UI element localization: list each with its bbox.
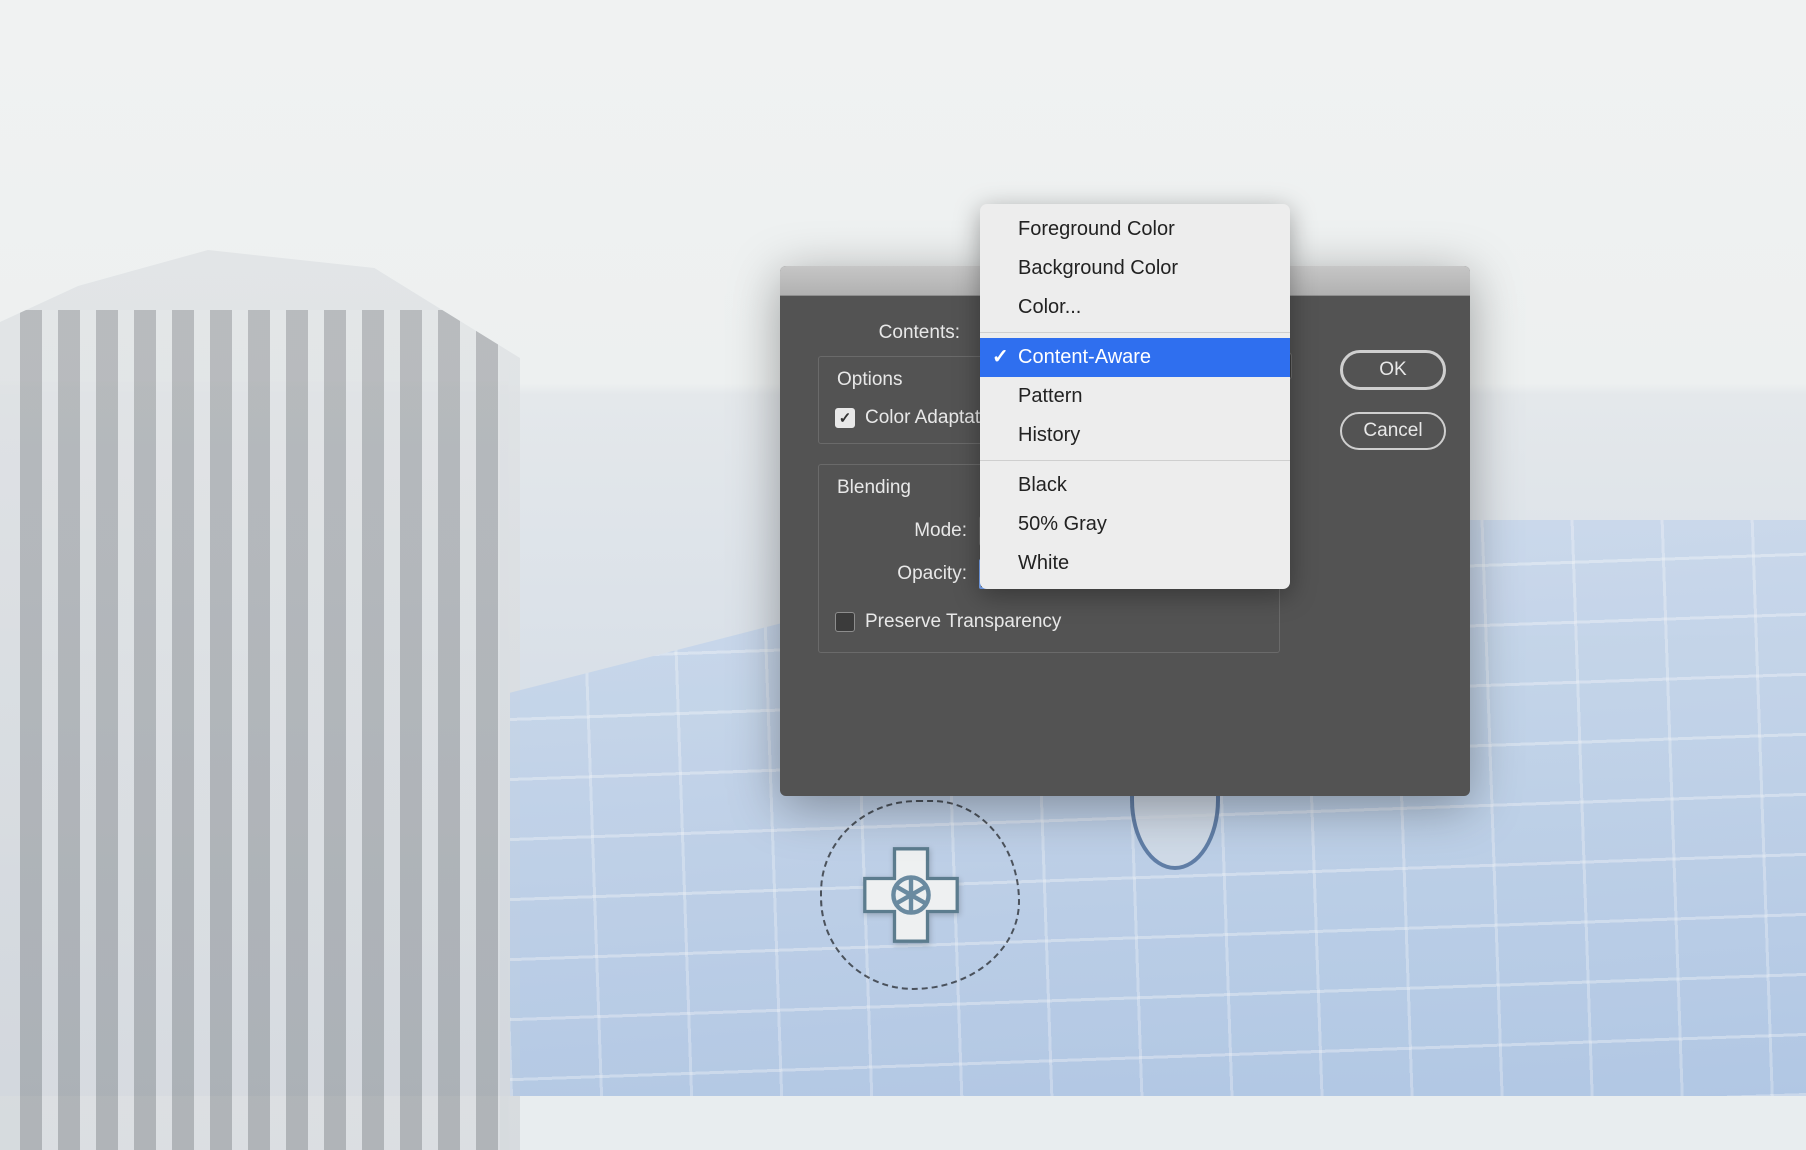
building-left — [0, 250, 520, 1150]
dropdown-item-foreground-color[interactable]: Foreground Color — [980, 210, 1290, 249]
cross-logo — [856, 840, 966, 950]
preserve-transparency-checkbox[interactable]: Preserve Transparency — [835, 611, 1061, 633]
mode-label: Mode: — [831, 520, 979, 542]
cancel-button[interactable]: Cancel — [1340, 412, 1446, 450]
contents-label: Contents: — [802, 322, 972, 344]
dropdown-item-content-aware[interactable]: Content-Aware — [980, 338, 1290, 377]
ok-button[interactable]: OK — [1340, 350, 1446, 390]
opacity-label: Opacity: — [831, 563, 979, 585]
dropdown-item-color[interactable]: Color... — [980, 288, 1290, 327]
dropdown-separator — [980, 460, 1290, 461]
dropdown-item-black[interactable]: Black — [980, 466, 1290, 505]
contents-dropdown[interactable]: Foreground Color Background Color Color.… — [980, 204, 1290, 589]
checkbox-icon — [835, 612, 855, 632]
dropdown-item-history[interactable]: History — [980, 416, 1290, 455]
dropdown-item-50-gray[interactable]: 50% Gray — [980, 505, 1290, 544]
dropdown-item-white[interactable]: White — [980, 544, 1290, 583]
checkbox-icon — [835, 408, 855, 428]
preserve-transparency-label: Preserve Transparency — [865, 611, 1061, 633]
dropdown-item-background-color[interactable]: Background Color — [980, 249, 1290, 288]
dropdown-separator — [980, 332, 1290, 333]
dropdown-item-pattern[interactable]: Pattern — [980, 377, 1290, 416]
